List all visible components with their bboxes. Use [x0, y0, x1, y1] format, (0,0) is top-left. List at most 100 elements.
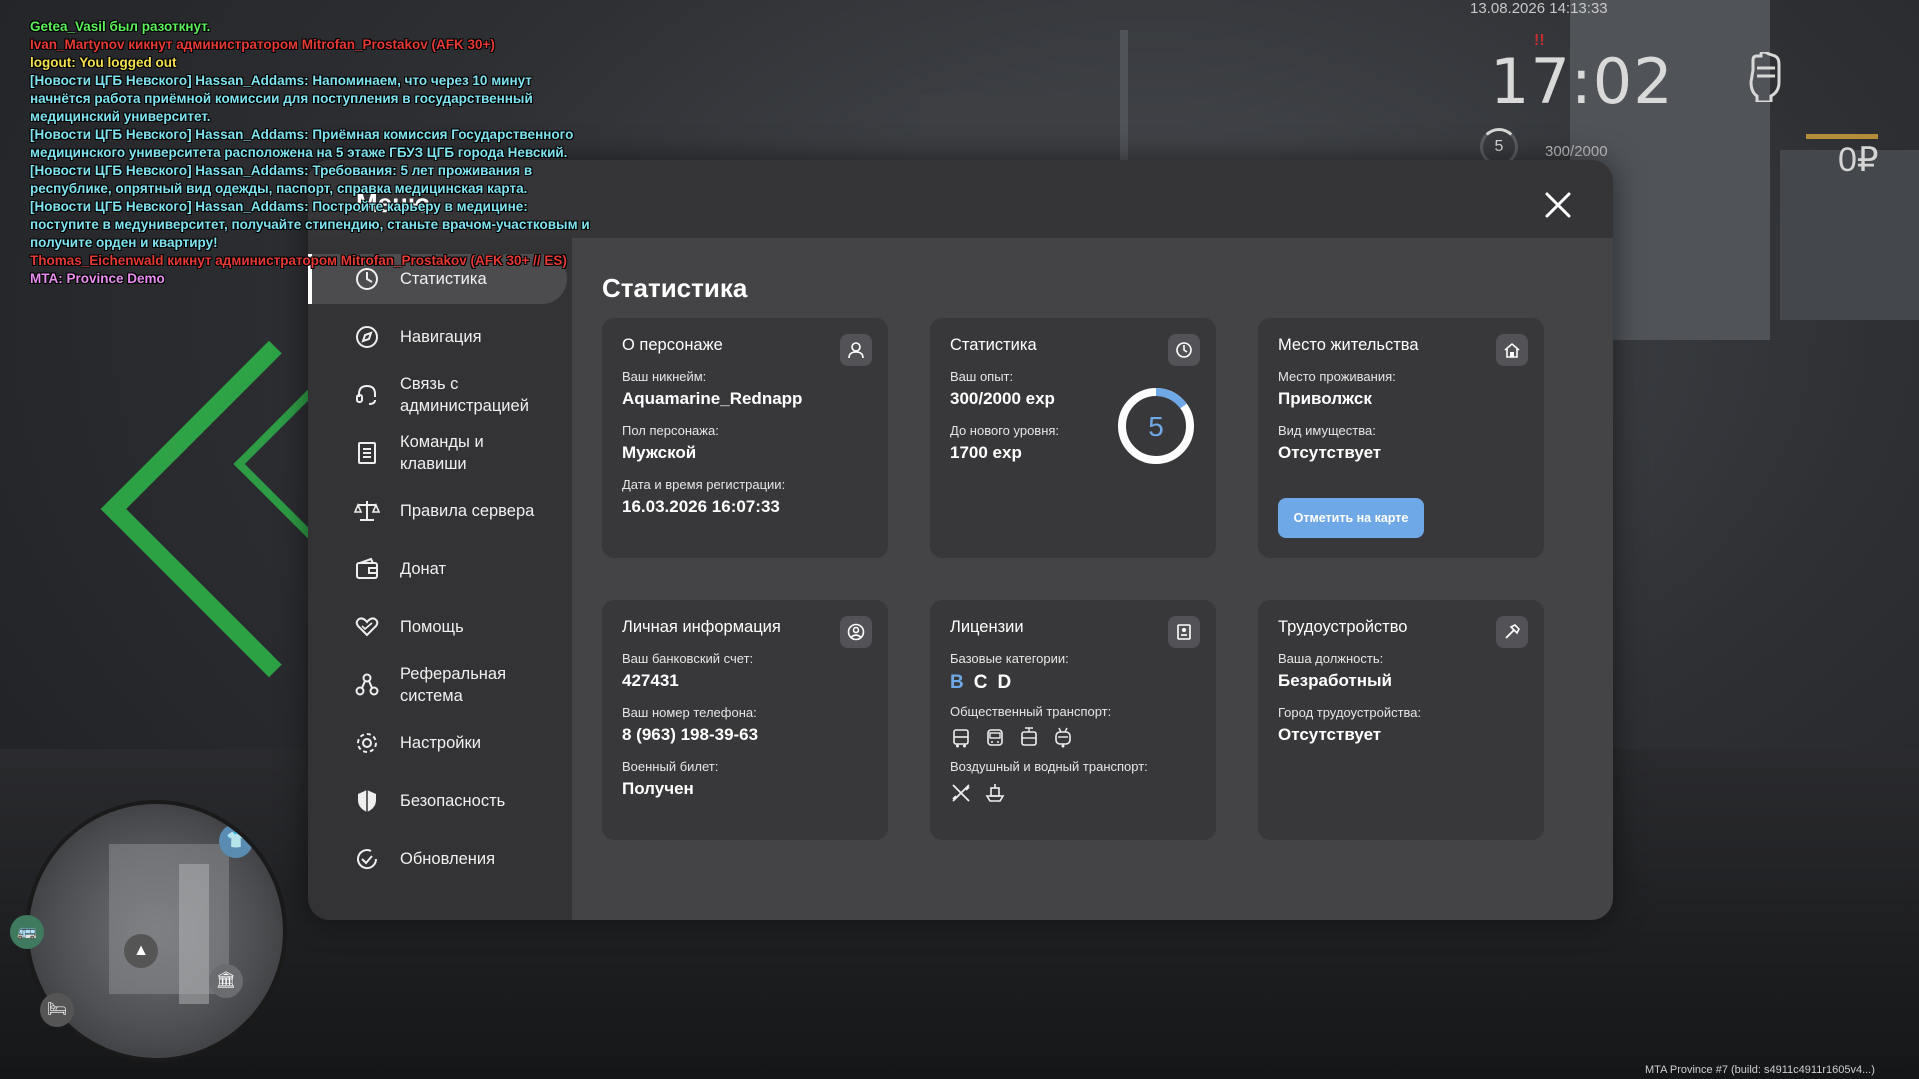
hud-date: 13.08.2026 14:13:33: [1470, 0, 1608, 17]
license-categories: BCD: [950, 672, 1196, 694]
gear-icon: [357, 733, 377, 753]
nickname-value: Aquamarine_Rednapp: [622, 389, 803, 408]
sidebar-item-navigation[interactable]: Навигация: [308, 312, 563, 362]
sidebar-item-help[interactable]: Помощь: [308, 602, 563, 652]
content-area: Статистика О персонаже Ваш никнейм: Aqua…: [572, 238, 1613, 920]
shield-icon: [358, 790, 376, 812]
personal-card: Личная информация Ваш банковский счет: 4…: [602, 600, 888, 840]
scales-icon: [354, 501, 380, 521]
registration-value: 16.03.2026 16:07:33: [622, 497, 780, 516]
air-water-label: Воздушный и водный транспорт:: [950, 759, 1148, 774]
sidebar-item-label: Помощь: [400, 618, 464, 636]
sidebar-item-settings[interactable]: Настройки: [308, 718, 563, 768]
building: [920, 95, 1120, 165]
property-value: Отсутствует: [1278, 443, 1382, 462]
level-number: 5: [1148, 411, 1164, 442]
hud-exp: 300/2000: [1545, 143, 1608, 160]
place-label: Место проживания:: [1278, 369, 1396, 384]
clock-icon: [1168, 334, 1200, 366]
public-transport-label: Общественный транспорт:: [950, 704, 1112, 719]
referral-icon: [355, 673, 379, 696]
id-card-icon: [1168, 616, 1200, 648]
place-value: Приволжск: [1278, 389, 1372, 408]
house-icon: [1496, 334, 1528, 366]
chat-line: MTA: Province Demo: [30, 271, 165, 286]
close-icon[interactable]: [1543, 190, 1573, 220]
chat-log: Getea_Vasil был разоткнут. Ivan_Martynov …: [30, 18, 595, 288]
public-transport-icons: [950, 727, 1196, 749]
card-title: О персонаже: [622, 336, 723, 354]
bank-icon: 🏛: [209, 964, 243, 998]
character-card: О персонаже Ваш никнейм: Aquamarine_Redn…: [602, 318, 888, 558]
chat-line: Getea_Vasil был разоткнут.: [30, 19, 211, 34]
sidebar-item-label: Обновления: [400, 850, 496, 868]
map-road: [179, 864, 209, 1004]
bus-stop-icon: 🚌: [10, 915, 44, 949]
card-title: Трудоустройство: [1278, 618, 1408, 636]
pole: [1120, 30, 1128, 170]
sidebar: Статистика Навигация Связь с администрац…: [308, 238, 572, 920]
registration-label: Дата и время регистрации:: [622, 477, 786, 492]
military-value: Получен: [622, 779, 694, 798]
chat-line: Ivan_Martynov кикнут администратором Mit…: [30, 37, 495, 52]
update-icon: [357, 849, 378, 870]
nickname-label: Ваш никнейм:: [622, 369, 707, 384]
stats-card: Статистика Ваш опыт: 300/2000 exp До нов…: [930, 318, 1216, 558]
document-icon: [358, 442, 376, 464]
gender-value: Мужской: [622, 443, 697, 462]
hud-clock: 17:02: [1490, 45, 1674, 118]
sidebar-item-label: Навигация: [400, 328, 482, 346]
exp-label: Ваш опыт:: [950, 369, 1014, 384]
card-title: Место жительства: [1278, 336, 1419, 354]
position-value: Безработный: [1278, 671, 1392, 690]
trolleybus-icon: [1055, 727, 1071, 748]
sidebar-item-donate[interactable]: Донат: [308, 544, 563, 594]
chat-line: [Новости ЦГБ Невского] Hassan_Addams: Пр…: [30, 127, 578, 160]
sidebar-item-label: Связь с администрацией: [400, 375, 529, 415]
air-water-icons: [950, 782, 1196, 804]
tram-icon: [1021, 727, 1037, 746]
hammer-icon: [1496, 616, 1528, 648]
chat-line: [Новости ЦГБ Невского] Hassan_Addams: По…: [30, 199, 594, 250]
hospital-icon: 🛏: [40, 993, 74, 1027]
sidebar-item-rules[interactable]: Правила сервера: [308, 486, 563, 536]
sidebar-item-referral[interactable]: Реферальная система: [308, 660, 563, 710]
fist-icon: [1749, 52, 1781, 102]
job-card: Трудоустройство Ваша должность: Безработ…: [1258, 600, 1544, 840]
sidebar-item-label: Команды и клавиши: [400, 433, 484, 473]
player-marker-icon: ▲: [124, 934, 158, 968]
mark-on-map-button[interactable]: Отметить на карте: [1278, 498, 1424, 538]
base-categories-label: Базовые категории:: [950, 651, 1069, 666]
sidebar-item-label: Донат: [400, 560, 447, 578]
build-info: MTA Province #7 (build: s4911c4911r1605v…: [1645, 1064, 1875, 1076]
licenses-card: Лицензии Базовые категории: BCD Обществе…: [930, 600, 1216, 840]
residence-card: Место жительства Место проживания: Приво…: [1258, 318, 1544, 558]
sidebar-item-admin-contact[interactable]: Связь с администрацией: [308, 370, 563, 420]
heart-hands-icon: [355, 617, 379, 637]
boat-icon: [985, 784, 1005, 802]
phone-label: Ваш номер телефона:: [622, 705, 757, 720]
sidebar-item-security[interactable]: Безопасность: [308, 776, 563, 826]
gender-label: Пол персонажа:: [622, 423, 719, 438]
category-d: D: [997, 672, 1014, 693]
card-title: Лицензии: [950, 618, 1024, 636]
wallet-icon: [356, 557, 378, 579]
chat-line: [Новости ЦГБ Невского] Hassan_Addams: Тр…: [30, 163, 536, 196]
sidebar-item-commands[interactable]: Команды и клавиши: [308, 428, 563, 478]
category-b: B: [950, 672, 966, 693]
hud-money: 0₽: [1838, 141, 1879, 179]
bank-label: Ваш банковский счет:: [622, 651, 754, 666]
position-label: Ваша должность:: [1278, 651, 1384, 666]
hud-money-bar: [1806, 134, 1878, 139]
user-circle-icon: [840, 616, 872, 648]
sidebar-item-label: Безопасность: [400, 792, 506, 810]
sidebar-item-label: Реферальная система: [400, 665, 507, 705]
job-city-label: Город трудоустройства:: [1278, 705, 1422, 720]
job-city-value: Отсутствует: [1278, 725, 1382, 744]
card-title: Статистика: [950, 336, 1037, 354]
phone-value: 8 (963) 198-39-63: [622, 725, 759, 744]
bank-value: 427431: [622, 671, 679, 690]
person-icon: [840, 334, 872, 366]
sidebar-item-updates[interactable]: Обновления: [308, 834, 563, 884]
chat-line: Thomas_Eichenwald кикнут администратором…: [30, 253, 567, 268]
